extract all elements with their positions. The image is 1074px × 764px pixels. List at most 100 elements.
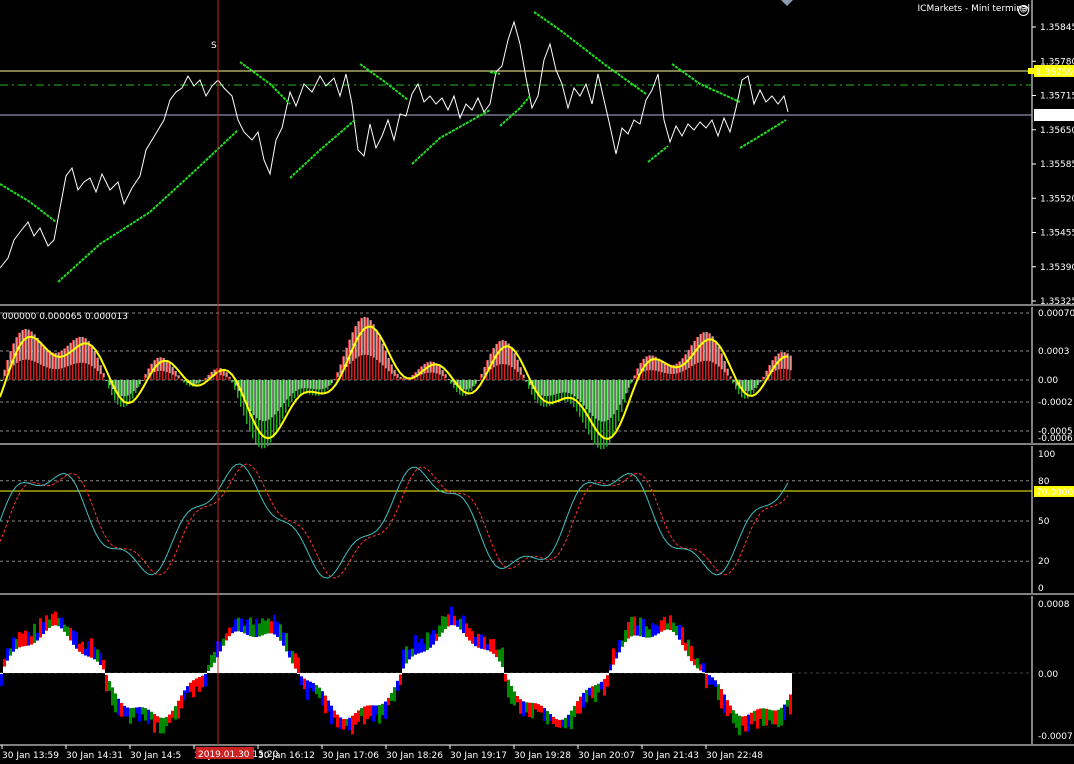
hist-color-bar [48,619,51,628]
stoch-signal-line [0,463,789,579]
hist-color-bar [633,616,636,636]
hist-color-bar [189,682,192,692]
macd-tick-label: 0.00070 [1038,309,1074,319]
hist-main-bar [258,636,261,673]
hist-main-bar [486,650,489,673]
macd-bar-white [709,333,711,362]
hist-color-bar [138,707,141,722]
trend-band-segment [739,119,787,149]
hist-main-bar [138,673,141,708]
macd-bar [543,380,545,407]
hist-color-bar [612,648,615,665]
hist-color-bar [489,639,492,652]
hist-color-bar [675,625,678,636]
hist-main-bar [333,673,336,711]
hist-color-bar [279,624,282,641]
price-tick-label: 1.35585 [1040,160,1074,170]
hist-color-bar [429,634,432,648]
macd-bar-white [382,343,384,366]
macd-bar [273,380,275,438]
macd-bar-white [130,380,132,394]
macd-bar [702,332,704,380]
hist-color-bar [219,641,222,652]
macd-bar [780,352,782,380]
hist-main-bar [6,660,9,673]
hist-color-bar [45,615,48,631]
scroll-marker-icon[interactable] [781,0,793,6]
hist-color-bar [477,633,480,648]
hist-main-bar [147,673,150,710]
macd-bar-white [76,338,78,364]
hist-color-bar [168,714,171,723]
hist-main-bar [315,673,318,685]
macd-bar [555,380,557,404]
macd-bar-white [94,351,96,369]
hist-color-bar [309,681,312,689]
hist-color-bar [738,715,741,736]
macd-bar [429,361,431,380]
macd-bar-white [196,380,198,384]
macd-bar-white [85,338,87,364]
hist-color-bar [513,691,516,706]
hist-color-bar [144,708,147,721]
hist-color-bar [153,714,156,733]
hist-main-bar [30,644,33,673]
hist-main-bar [309,673,312,682]
macd-bar [705,332,707,380]
macd-bar-white [43,345,45,367]
macd-bar [663,362,665,380]
hist-color-bar [129,708,132,724]
macd-bar [120,380,122,407]
hist-color-bar [471,630,474,644]
hist-main-bar [528,673,531,703]
macd-bar [777,353,779,380]
hist-color-bar [408,649,411,660]
hist-main-bar [594,673,597,686]
hist-main-bar [261,635,264,673]
hist-color-bar [453,615,456,626]
macd-bar-white [703,332,705,361]
hist-main-bar [645,637,648,673]
macd-bar [597,380,599,448]
hist-main-bar [42,634,45,673]
hist-color-bar [126,707,129,717]
chart-canvas[interactable]: 1.358451.357801.357151.356501.355851.355… [0,0,1074,764]
hist-color-bar [51,613,54,626]
hist-main-bar [255,637,258,673]
macd-bar [330,380,332,386]
hist-main-bar [162,673,165,718]
macd-bar [519,367,521,380]
macd-bar [444,374,446,380]
macd-bar-white [754,380,756,388]
hist-main-bar [639,636,642,673]
macd-bar-white [391,364,393,374]
macd-bar [384,350,386,380]
hist-color-bar [537,704,540,712]
hist-main-bar [222,645,225,673]
macd-bar [24,329,26,380]
macd-bar-white [292,380,294,394]
macd-bar [615,380,617,430]
hist-color-bar [105,674,108,692]
macd-bar [354,326,356,380]
hist-main-bar [597,673,600,684]
hist-color-bar [72,630,75,645]
hist-main-bar [498,661,501,673]
hist-color-bar [474,636,477,647]
macd-bar [732,380,734,384]
hist-main-bar [753,673,756,711]
hist-color-bar [195,678,198,687]
macd-bar-white [328,380,330,386]
macd-bar-white [616,380,618,410]
macd-bar [159,357,161,380]
hist-color-bar [393,687,396,702]
hist-main-bar [51,625,54,673]
time-tick-label: 30 Jan 14:31 [66,751,123,761]
macd-bar-white [622,380,624,400]
macd-bar [18,332,20,380]
hist-main-bar [495,657,498,673]
hist-main-bar [87,656,90,673]
macd-bar-white [142,380,144,381]
macd-bar-white [208,374,210,378]
smiley-icon[interactable]: ☺ [1018,5,1029,16]
